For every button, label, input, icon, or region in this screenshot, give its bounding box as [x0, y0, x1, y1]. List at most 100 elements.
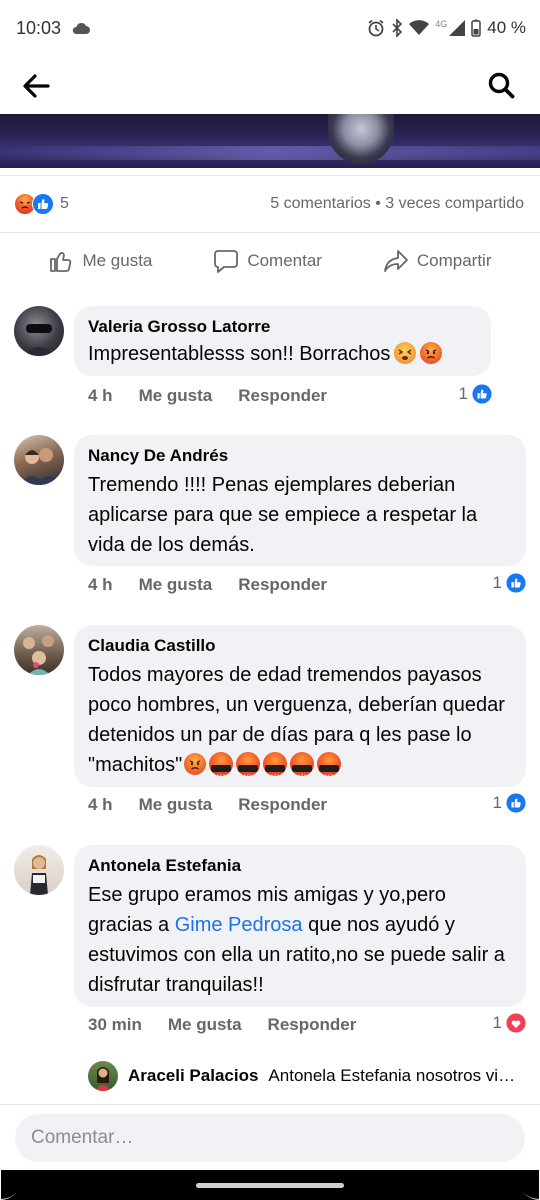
comment-meta: 4 h Me gusta Responder [88, 575, 327, 595]
comment-text: Impresentablesss son!! Borrachos [88, 341, 477, 367]
search-button[interactable] [484, 68, 520, 104]
cursing-face-emoji-icon [263, 752, 288, 776]
comment-like-number: 1 [458, 384, 468, 403]
comment-text: Todos mayores de edad tremendos payasos … [88, 660, 512, 780]
reply-avatar[interactable] [88, 1061, 118, 1091]
nav-corner-left [0, 1170, 22, 1200]
comment-like-button[interactable]: Me gusta [139, 795, 213, 815]
angry-face-emoji-icon [184, 753, 207, 775]
comment-input[interactable] [15, 1114, 525, 1162]
like-reaction-icon [506, 793, 526, 813]
dizzy-face-emoji-icon [394, 342, 417, 364]
comment-meta: 30 min Me gusta Responder [88, 1015, 356, 1035]
love-reaction-icon [506, 1013, 526, 1033]
avatar[interactable] [14, 435, 64, 485]
post-actions: Me gusta Comentar Compartir [0, 232, 540, 288]
comment-time[interactable]: 4 h [88, 795, 113, 815]
cursing-face-emoji-icon [317, 752, 342, 776]
comment-text-content: Impresentablesss son!! Borrachos [88, 343, 391, 365]
comment-like-number: 1 [492, 1013, 502, 1032]
home-gesture-handle[interactable] [196, 1183, 344, 1188]
comment-author[interactable]: Claudia Castillo [88, 636, 512, 656]
bluetooth-icon [392, 19, 403, 37]
comment-reply-button[interactable]: Responder [238, 386, 327, 406]
reply-preview[interactable]: Araceli Palacios Antonela Estefania noso… [88, 1060, 528, 1092]
avatar[interactable] [14, 625, 64, 675]
search-icon [488, 72, 515, 99]
car-reflection [0, 146, 540, 160]
angry-face-emoji-icon [420, 342, 443, 364]
comment-time[interactable]: 4 h [88, 386, 113, 406]
comment-author[interactable]: Nancy De Andrés [88, 446, 512, 466]
comment-like-button[interactable]: Me gusta [168, 1015, 242, 1035]
comment-bubble[interactable]: Nancy De Andrés Tremendo !!!! Penas ejem… [74, 435, 526, 566]
alarm-icon [368, 19, 384, 37]
status-bar: 10:03 4G 40 % [0, 0, 540, 58]
comment-item: Valeria Grosso Latorre Impresentablesss … [14, 306, 526, 416]
comment-item: Antonela Estefania Ese grupo eramos mis … [14, 845, 526, 1045]
like-button-label: Me gusta [82, 250, 153, 270]
comment-like-button[interactable]: Me gusta [139, 386, 213, 406]
comment-author[interactable]: Valeria Grosso Latorre [88, 317, 477, 337]
comment-author[interactable]: Antonela Estefania [88, 856, 512, 876]
comment-reply-button[interactable]: Responder [268, 1015, 357, 1035]
image-divider [0, 168, 540, 176]
mention-link[interactable]: Gime Pedrosa [175, 914, 303, 936]
comment-bubble[interactable]: Claudia Castillo Todos mayores de edad t… [74, 625, 526, 787]
comment-button[interactable]: Comentar [213, 248, 322, 274]
post-stats[interactable]: 5 comentarios • 3 veces compartido [270, 195, 524, 213]
cursing-face-emoji-icon [290, 752, 315, 776]
arrow-left-icon [23, 74, 50, 98]
status-time: 10:03 [16, 18, 62, 38]
share-button-label: Compartir [416, 250, 492, 270]
avatar[interactable] [14, 306, 64, 356]
share-button[interactable]: Compartir [383, 248, 492, 274]
reply-text: Antonela Estefania nosotros vi… [268, 1066, 516, 1085]
status-icons: 4G 40 % [367, 18, 526, 38]
top-app-bar [0, 58, 540, 114]
back-button[interactable] [18, 68, 54, 104]
wifi-icon [409, 20, 430, 35]
comment-item: Nancy De Andrés Tremendo !!!! Penas ejem… [14, 435, 526, 605]
reaction-icons: 5 [14, 193, 69, 215]
like-reaction-icon [472, 384, 492, 404]
comment-item: Claudia Castillo Todos mayores de edad t… [14, 625, 526, 825]
comment-composer [0, 1104, 540, 1170]
comment-bubble[interactable]: Antonela Estefania Ese grupo eramos mis … [74, 845, 526, 1007]
comment-meta: 4 h Me gusta Responder [88, 386, 327, 406]
network-label: 4G [435, 19, 448, 29]
battery-icon [471, 19, 481, 37]
nav-corner-right [518, 1170, 540, 1200]
battery-level: 40 % [487, 18, 526, 37]
comment-like-number: 1 [492, 573, 502, 592]
comment-text: Ese grupo eramos mis amigas y yo,pero gr… [88, 880, 512, 1000]
cursing-face-emoji-icon [209, 752, 234, 776]
comment-time[interactable]: 4 h [88, 575, 113, 595]
comment-icon [214, 249, 239, 273]
avatar[interactable] [14, 845, 64, 895]
comment-time[interactable]: 30 min [88, 1015, 142, 1035]
comment-reply-button[interactable]: Responder [238, 795, 327, 815]
like-reaction-icon [506, 573, 526, 593]
system-nav-bar [0, 1170, 540, 1200]
comment-reply-button[interactable]: Responder [238, 575, 327, 595]
reactions-summary[interactable]: 5 5 comentarios • 3 veces compartido [14, 190, 524, 218]
comment-like-button[interactable]: Me gusta [139, 575, 213, 595]
thumbs-up-icon [50, 251, 72, 272]
comment-bubble[interactable]: Valeria Grosso Latorre Impresentablesss … [74, 306, 491, 376]
comment-like-count[interactable]: 1 [459, 384, 492, 404]
comment-button-label: Comentar [247, 250, 322, 270]
signal-icon [449, 20, 466, 36]
reply-author[interactable]: Araceli Palacios [128, 1066, 258, 1086]
comment-like-count[interactable]: 1 [493, 1013, 526, 1033]
like-button[interactable]: Me gusta [48, 248, 152, 274]
comment-like-number: 1 [492, 793, 502, 812]
post-image[interactable] [0, 114, 540, 168]
comment-like-count[interactable]: 1 [493, 573, 526, 593]
share-icon [383, 249, 408, 272]
reaction-count: 5 [60, 195, 69, 212]
comment-text: Tremendo !!!! Penas ejemplares deberian … [88, 474, 478, 556]
cursing-face-emoji-icon [236, 752, 261, 776]
comment-like-count[interactable]: 1 [493, 793, 526, 813]
cloud-icon [72, 22, 90, 34]
